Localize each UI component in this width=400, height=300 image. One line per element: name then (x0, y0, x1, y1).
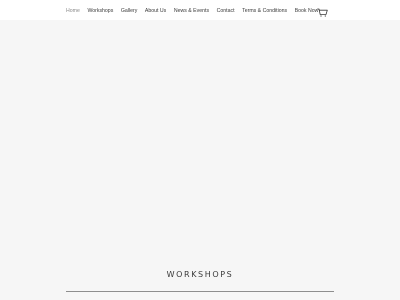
nav-item-book-now[interactable]: Book Now (295, 7, 319, 15)
page: Home Workshops Gallery About Us News & E… (0, 0, 400, 300)
nav-item-workshops[interactable]: Workshops (87, 7, 113, 15)
nav-item-gallery[interactable]: Gallery (121, 7, 137, 15)
nav-item-news-events[interactable]: News & Events (174, 7, 209, 15)
nav-item-home[interactable]: Home (66, 7, 80, 15)
nav-item-contact[interactable]: Contact (217, 7, 235, 15)
section-title: WORKSHOPS (166, 270, 234, 279)
top-navigation: Home Workshops Gallery About Us News & E… (0, 0, 400, 20)
section-divider (66, 291, 334, 292)
nav-menu: Home Workshops Gallery About Us News & E… (66, 6, 326, 16)
nav-item-about-us[interactable]: About Us (145, 7, 166, 15)
cart-icon[interactable] (317, 4, 328, 17)
nav-item-terms-conditions[interactable]: Terms & Conditions (242, 7, 287, 15)
